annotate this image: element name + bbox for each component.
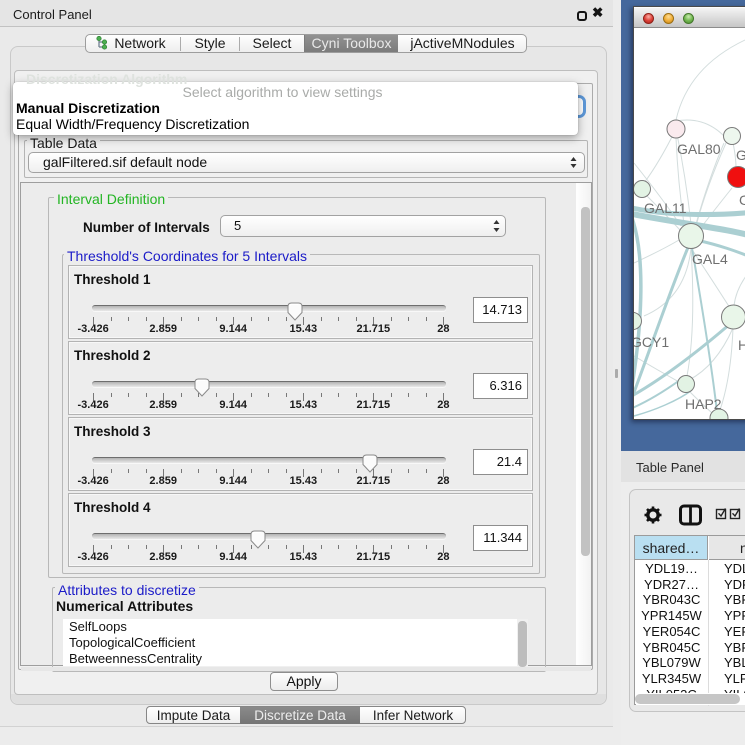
svg-text:CYC: CYC: [739, 192, 745, 208]
svg-text:GAL11: GAL11: [644, 200, 687, 216]
svg-text:GAL80: GAL80: [677, 141, 721, 157]
svg-text:GAL: GAL: [736, 147, 745, 163]
svg-text:GCY1: GCY1: [634, 334, 669, 350]
svg-text:HAP2: HAP2: [685, 396, 722, 412]
svg-text:GAL4: GAL4: [692, 251, 728, 267]
svg-text:HA: HA: [738, 337, 745, 353]
